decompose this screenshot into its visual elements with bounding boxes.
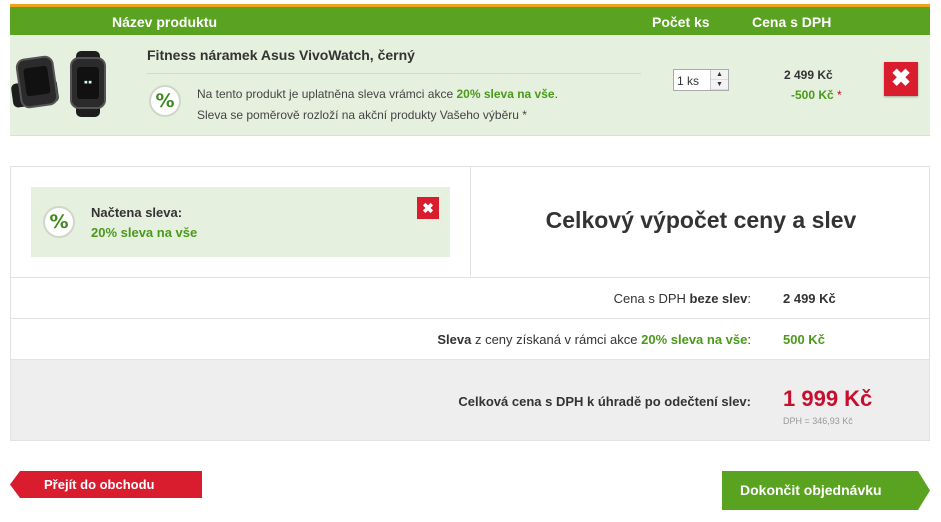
quantity-value[interactable]: 1 ks	[677, 74, 699, 88]
row-label-promo: 20% sleva na vše	[641, 332, 748, 347]
promo-note: Sleva se poměrově rozloží na akční produ…	[197, 108, 527, 122]
remove-item-button[interactable]: ✖	[884, 62, 918, 96]
percent-icon: %	[149, 85, 181, 117]
vat-amount: DPH = 346,93 Kč	[783, 416, 853, 426]
remove-coupon-button[interactable]: ✖	[417, 197, 439, 219]
cart-header: Název produktu Počet ks Cena s DPH	[10, 4, 930, 35]
product-title[interactable]: Fitness náramek Asus VivoWatch, černý	[147, 47, 415, 63]
column-quantity: Počet ks	[652, 14, 710, 30]
row-label-suffix: :	[747, 291, 751, 306]
coupon-value: 20% sleva na vše	[91, 225, 198, 240]
row-label-suffix: :	[747, 332, 751, 347]
watch-body: ▪▪	[70, 57, 106, 109]
price-summary: % Načtena sleva: 20% sleva na vše ✖ Celk…	[10, 166, 930, 441]
product-discount: -500 Kč *	[791, 88, 842, 102]
promo-suffix: .	[554, 87, 558, 101]
quantity-stepper[interactable]: 1 ks ▲ ▼	[673, 69, 729, 91]
discount-asterisk: *	[837, 88, 842, 102]
total-price: 1 999 Kč	[783, 386, 873, 411]
summary-title: Celkový výpočet ceny a slev	[545, 207, 857, 233]
promo-text: Na tento produkt je uplatněna sleva vrám…	[197, 87, 558, 101]
finish-order-button[interactable]: Dokončit objednávku	[722, 471, 930, 510]
total-label: Celková cena s DPH k úhradě po odečtení …	[458, 394, 751, 409]
row-label-bold: beze slev	[689, 291, 748, 306]
watch-screen	[23, 65, 51, 97]
row-label: Sleva z ceny získaná v rámci akce 20% sl…	[437, 332, 751, 347]
cart-item-row: ▪▪ Fitness náramek Asus VivoWatch, černý…	[10, 35, 930, 136]
row-label-middle: z ceny získaná v rámci akce	[471, 332, 642, 347]
discount-amount: -500 Kč	[791, 88, 834, 102]
summary-row-base-price: Cena s DPH beze slev: 2 499 Kč	[11, 277, 929, 318]
discount-value: 500 Kč	[783, 332, 825, 347]
continue-shopping-button[interactable]: Přejít do obchodu	[10, 471, 202, 498]
watch-screen: ▪▪	[77, 67, 99, 99]
column-product-name: Název produktu	[112, 14, 218, 30]
base-price-value: 2 499 Kč	[783, 291, 836, 306]
product-price: 2 499 Kč	[784, 68, 833, 82]
increment-icon[interactable]: ▲	[711, 70, 728, 80]
decrement-icon[interactable]: ▼	[711, 80, 728, 90]
watch-body	[14, 54, 60, 110]
divider	[147, 73, 641, 74]
percent-icon: %	[43, 206, 75, 238]
finish-order-label: Dokončit objednávku	[740, 482, 882, 498]
quantity-spinner[interactable]: ▲ ▼	[710, 70, 728, 90]
product-image[interactable]: ▪▪	[10, 51, 120, 121]
column-price: Cena s DPH	[752, 14, 832, 30]
row-label-prefix: Cena s DPH	[613, 291, 690, 306]
watch-display: ▪▪	[83, 78, 93, 86]
summary-row-total: Celková cena s DPH k úhradě po odečtení …	[11, 359, 929, 440]
summary-row-discount: Sleva z ceny získaná v rámci akce 20% sl…	[11, 318, 929, 359]
applied-coupon: % Načtena sleva: 20% sleva na vše ✖	[31, 187, 450, 257]
promo-name: 20% sleva na vše	[456, 87, 555, 101]
coupon-label: Načtena sleva:	[91, 205, 183, 220]
row-label-bold: Sleva	[437, 332, 472, 347]
promo-prefix: Na tento produkt je uplatněna sleva vrám…	[197, 87, 457, 101]
continue-shopping-label: Přejít do obchodu	[44, 477, 155, 492]
row-label: Cena s DPH beze slev:	[614, 291, 751, 306]
